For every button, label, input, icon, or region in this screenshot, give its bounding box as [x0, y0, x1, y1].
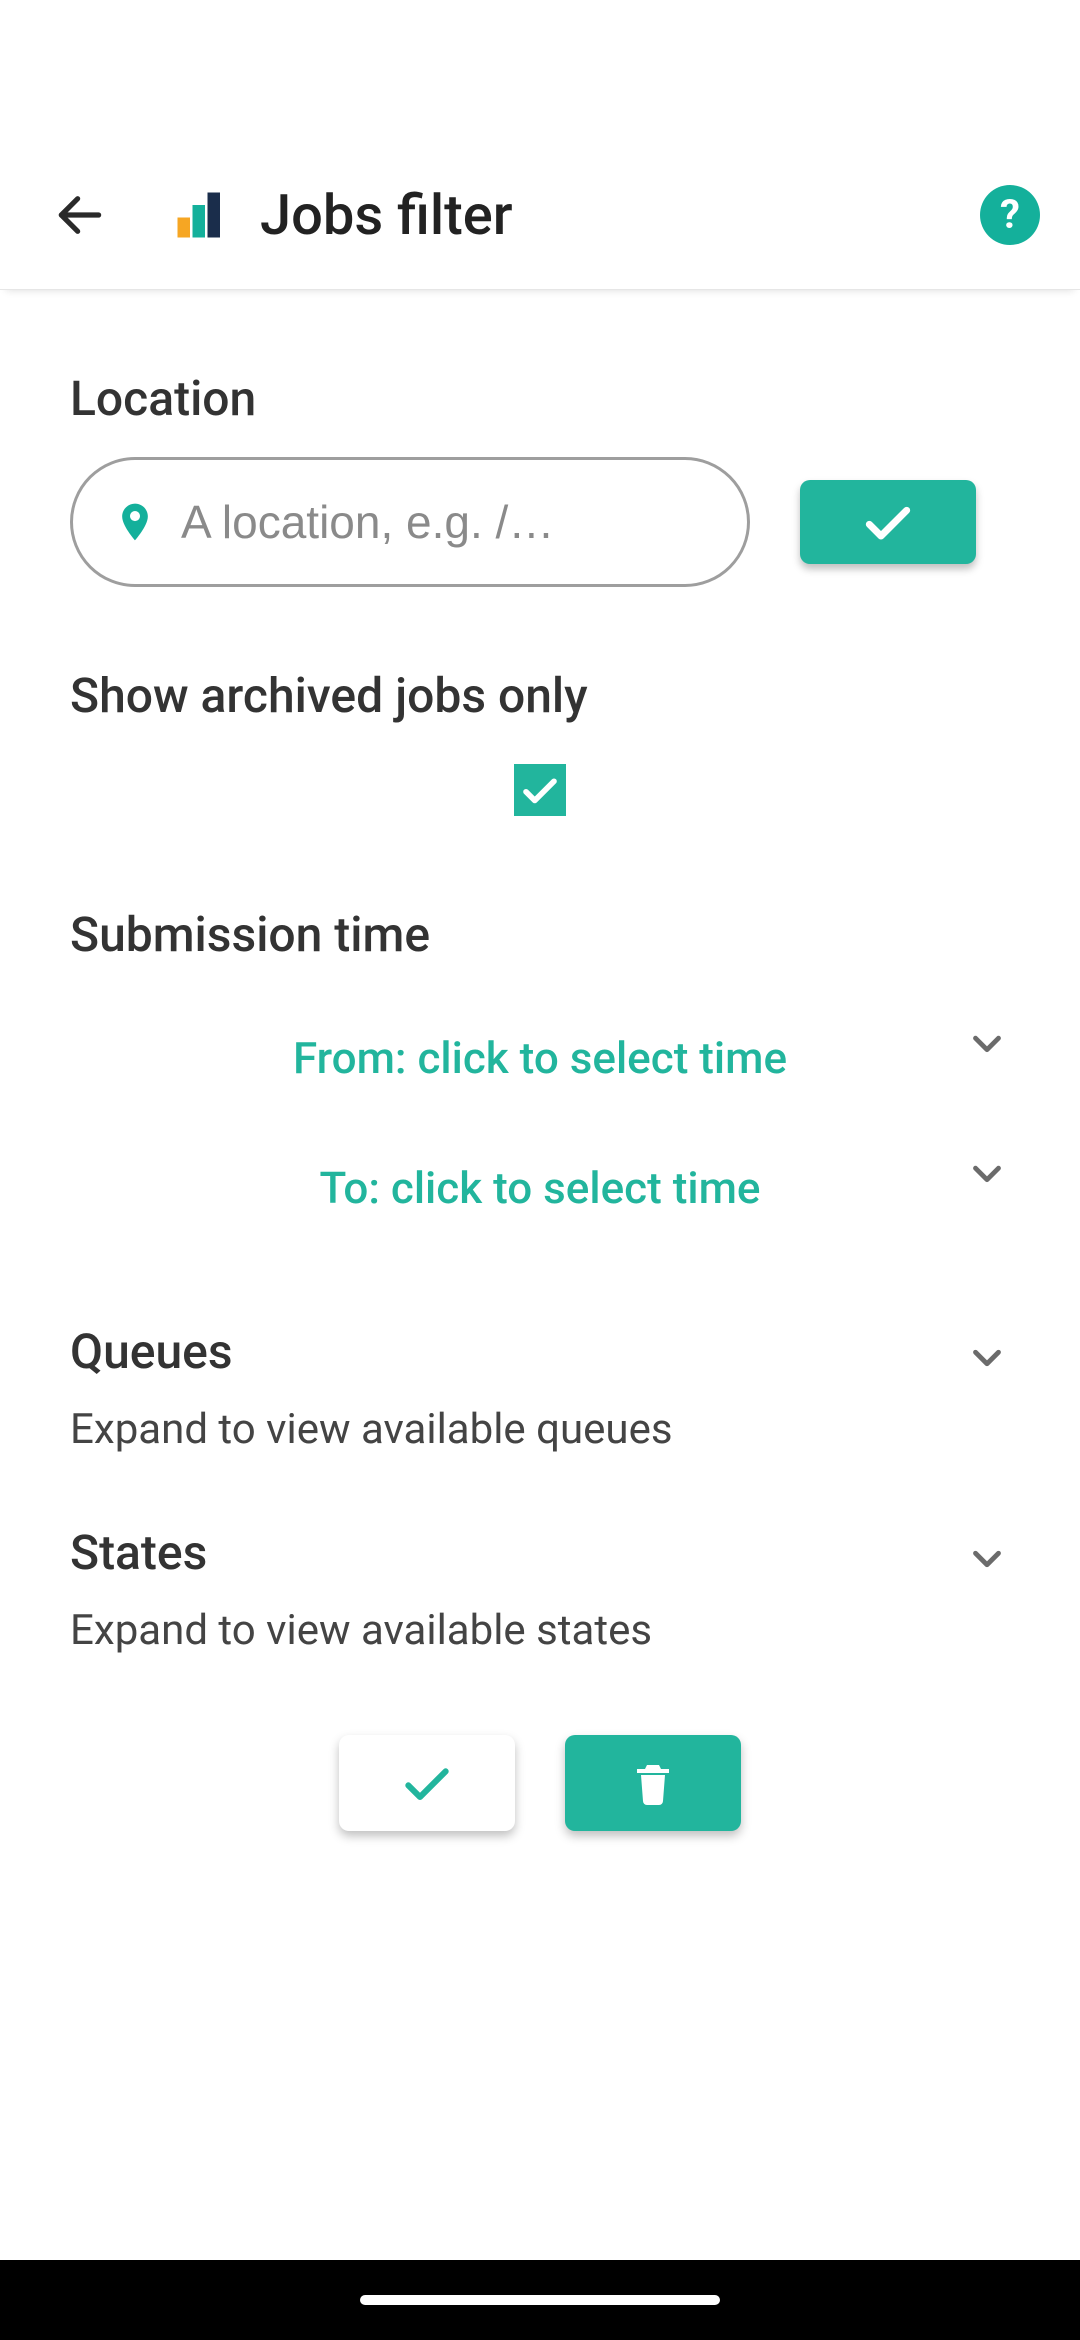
- back-button[interactable]: [40, 175, 120, 255]
- arrow-left-icon: [52, 187, 108, 243]
- location-pin-icon: [113, 494, 157, 550]
- clear-filter-button[interactable]: [565, 1735, 741, 1831]
- queues-subtitle: Expand to view available queues: [70, 1405, 1010, 1454]
- chevron-down-icon: [964, 1335, 1010, 1385]
- queues-section[interactable]: Queues Expand to view available queues: [70, 1323, 1010, 1454]
- chevron-down-icon: [964, 1536, 1010, 1586]
- header-bar: Jobs filter ?: [0, 140, 1080, 290]
- states-title: States: [70, 1524, 1010, 1581]
- apply-filter-button[interactable]: [339, 1735, 515, 1831]
- submission-to-text: To: click to select time: [320, 1162, 761, 1214]
- status-bar-spacer: [0, 0, 1080, 140]
- location-input-wrap[interactable]: [70, 457, 750, 587]
- location-confirm-button[interactable]: [800, 480, 976, 564]
- location-input[interactable]: [181, 495, 707, 549]
- check-icon: [519, 769, 561, 811]
- page-title: Jobs filter: [260, 182, 980, 248]
- chevron-down-icon: [964, 1021, 1010, 1078]
- trash-icon: [629, 1759, 677, 1807]
- submission-from-row[interactable]: From: click to select time: [70, 993, 1010, 1123]
- submission-time-label: Submission time: [70, 906, 1010, 963]
- archived-checkbox[interactable]: [514, 764, 566, 816]
- content-area: Location Show archived jobs only: [0, 290, 1080, 2260]
- check-icon: [860, 494, 916, 550]
- states-section[interactable]: States Expand to view available states: [70, 1524, 1010, 1655]
- help-icon: ?: [1000, 191, 1020, 238]
- check-icon: [399, 1755, 455, 1811]
- help-button[interactable]: ?: [980, 185, 1040, 245]
- system-nav-bar: [0, 2260, 1080, 2340]
- location-label: Location: [70, 370, 1010, 427]
- submission-from-text: From: click to select time: [293, 1032, 787, 1084]
- archived-label: Show archived jobs only: [70, 667, 1010, 724]
- chevron-down-icon: [964, 1151, 1010, 1208]
- states-subtitle: Expand to view available states: [70, 1606, 1010, 1655]
- queues-title: Queues: [70, 1323, 1010, 1380]
- home-indicator[interactable]: [360, 2295, 720, 2305]
- app-logo-icon: [170, 185, 230, 245]
- submission-to-row[interactable]: To: click to select time: [70, 1123, 1010, 1253]
